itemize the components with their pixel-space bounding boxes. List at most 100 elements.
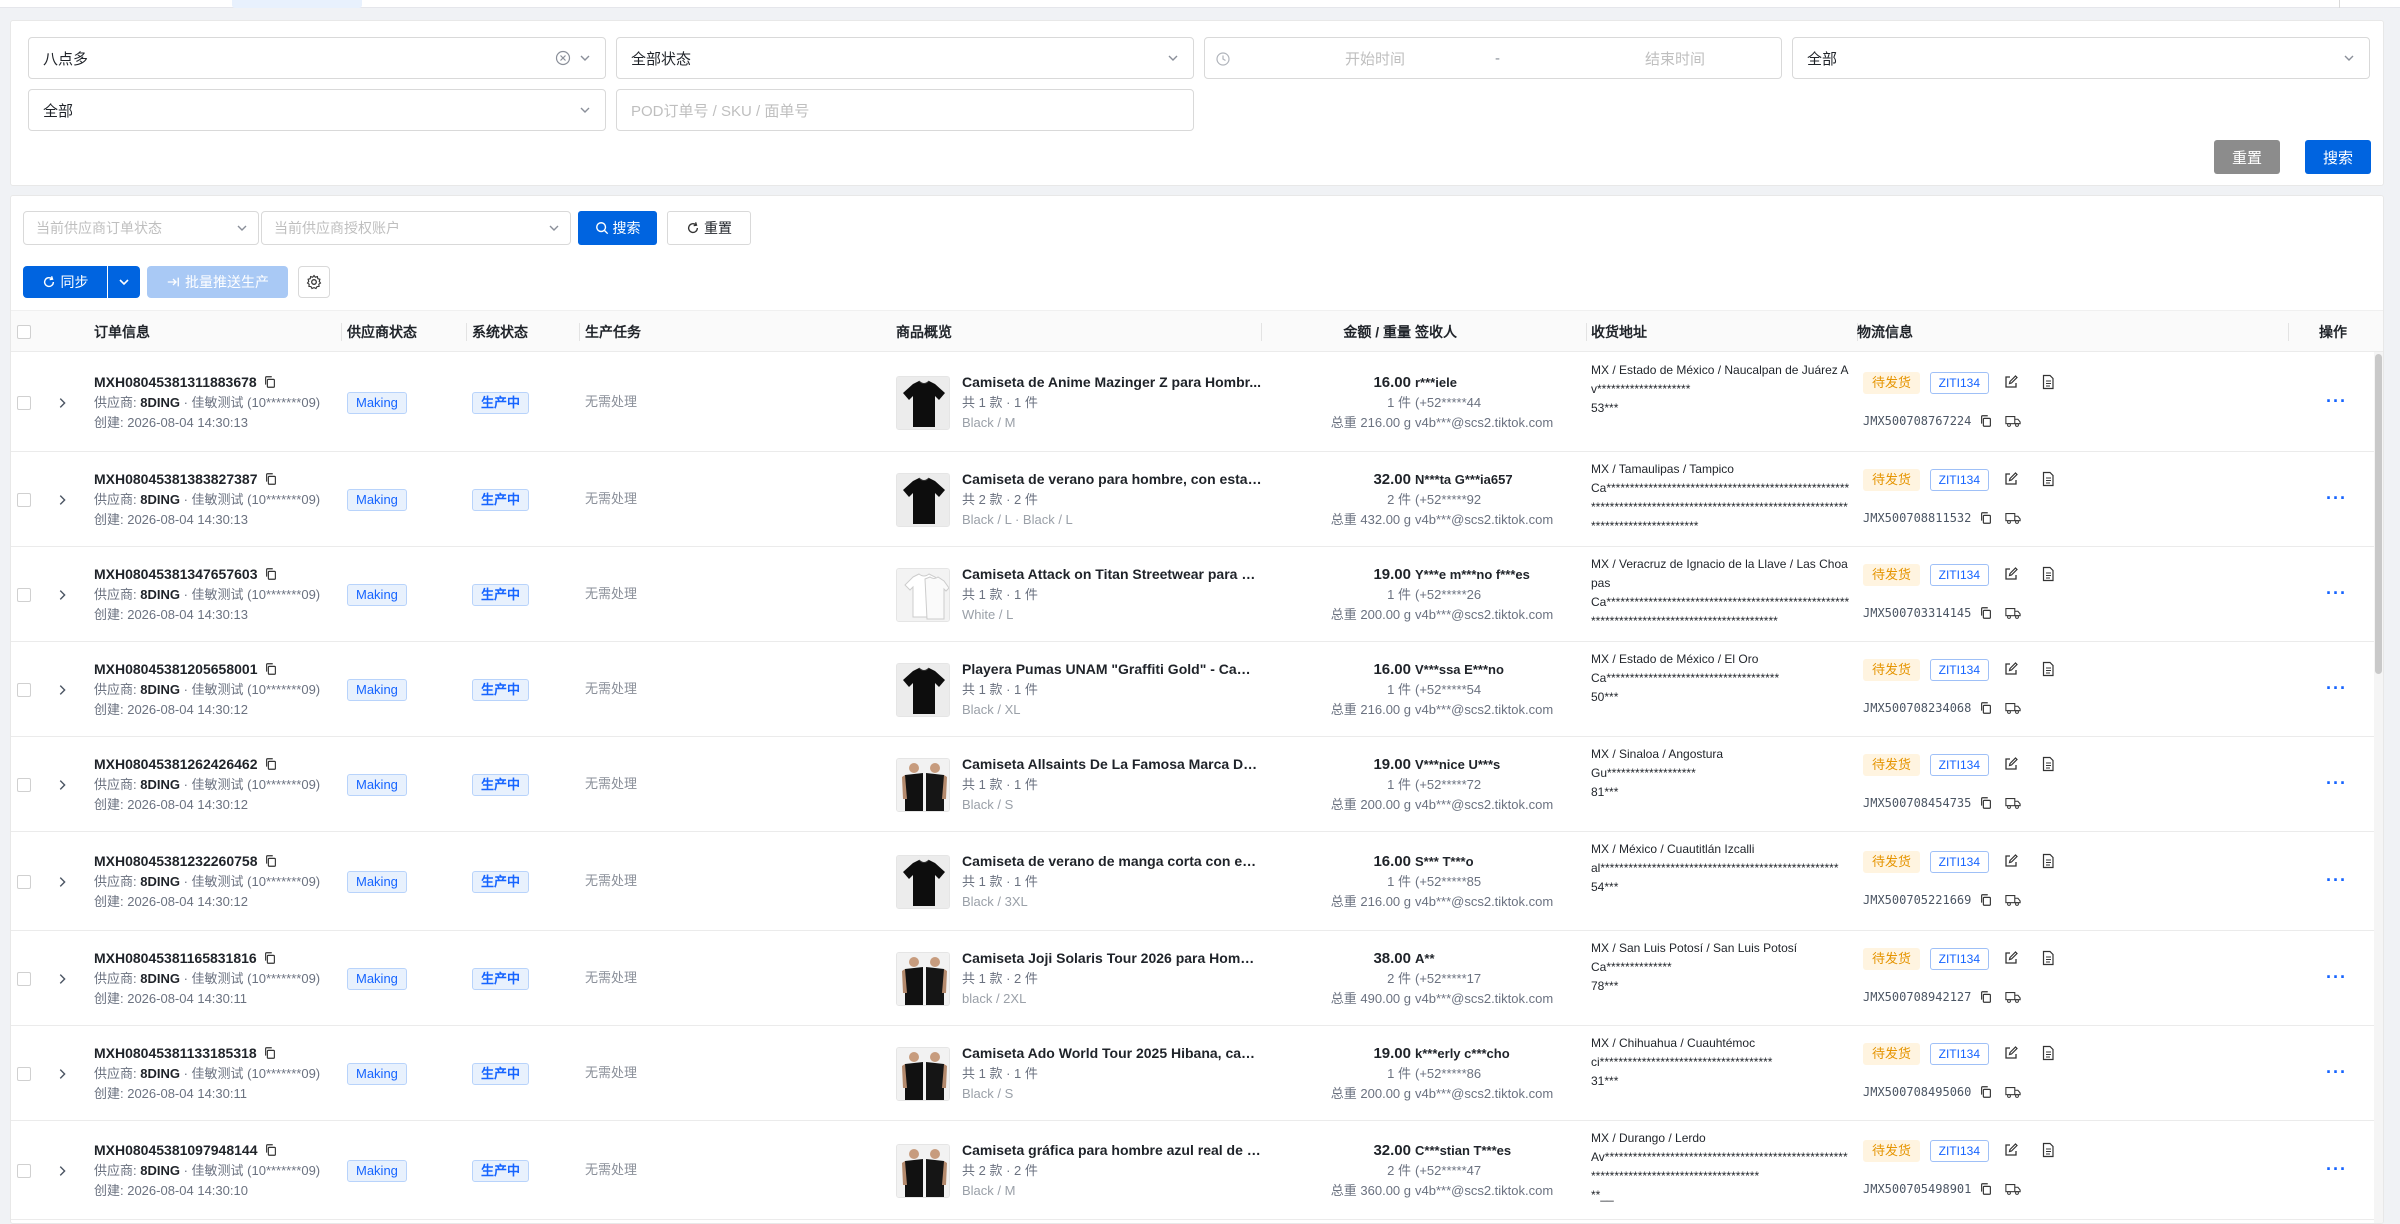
ziti-badge[interactable]: ZITI134 (1929, 564, 1989, 586)
edit-icon[interactable] (2003, 374, 2019, 390)
truck-icon[interactable] (2004, 414, 2021, 428)
copy-icon[interactable] (264, 472, 278, 486)
batch-push-production-button[interactable]: 批量推送生产 (147, 266, 288, 298)
chevron-right-icon[interactable] (55, 778, 69, 792)
supplier-account-select[interactable]: 当前供应商授权账户 (261, 211, 571, 245)
document-icon[interactable] (2040, 374, 2056, 390)
product-name[interactable]: Camiseta de verano de manga corta con es… (962, 852, 1262, 871)
product-name[interactable]: Camiseta Ado World Tour 2025 Hibana, cam… (962, 1044, 1262, 1063)
order-search-input[interactable]: POD订单号 / SKU / 面单号 (616, 89, 1194, 131)
chevron-right-icon[interactable] (55, 588, 69, 602)
edit-icon[interactable] (2003, 1142, 2019, 1158)
truck-icon[interactable] (2004, 1085, 2021, 1099)
more-actions-icon[interactable]: ··· (2326, 679, 2347, 698)
product-name[interactable]: Camiseta de Anime Mazinger Z para Hombr.… (962, 373, 1262, 392)
sync-button[interactable]: 同步 (23, 266, 107, 298)
copy-icon[interactable] (264, 1143, 278, 1157)
product-thumbnail[interactable] (896, 757, 950, 812)
row-checkbox[interactable] (17, 1066, 31, 1081)
product-thumbnail[interactable] (896, 662, 950, 717)
product-name[interactable]: Playera Pumas UNAM "Graffiti Gold" - Cam… (962, 660, 1262, 679)
chevron-right-icon[interactable] (55, 875, 69, 889)
copy-icon[interactable] (263, 1046, 277, 1060)
copy-icon[interactable] (264, 567, 278, 581)
product-thumbnail[interactable] (896, 1143, 950, 1198)
truck-icon[interactable] (2004, 511, 2021, 525)
row-checkbox[interactable] (17, 971, 31, 986)
edit-icon[interactable] (2003, 471, 2019, 487)
edit-icon[interactable] (2003, 1045, 2019, 1061)
copy-icon[interactable] (1979, 414, 1993, 428)
copy-icon[interactable] (1979, 701, 1993, 715)
product-name[interactable]: Camiseta gráfica para hombre azul real d… (962, 1141, 1262, 1160)
copy-icon[interactable] (1979, 1182, 1993, 1196)
row-checkbox[interactable] (17, 1163, 31, 1178)
column-settings-button[interactable] (298, 266, 330, 298)
product-thumbnail[interactable] (896, 854, 950, 909)
more-actions-icon[interactable]: ··· (2326, 1160, 2347, 1179)
truck-icon[interactable] (2004, 606, 2021, 620)
edit-icon[interactable] (2003, 853, 2019, 869)
document-icon[interactable] (2040, 471, 2056, 487)
more-actions-icon[interactable]: ··· (2326, 584, 2347, 603)
filter-search-button[interactable]: 搜索 (2305, 140, 2371, 174)
truck-icon[interactable] (2004, 893, 2021, 907)
ziti-badge[interactable]: ZITI134 (1929, 372, 1989, 394)
copy-icon[interactable] (264, 854, 278, 868)
edit-icon[interactable] (2003, 566, 2019, 582)
row-checkbox[interactable] (17, 395, 31, 410)
edit-icon[interactable] (2003, 950, 2019, 966)
product-thumbnail[interactable] (896, 472, 950, 527)
product-thumbnail[interactable] (896, 375, 950, 430)
filter-select-right[interactable]: 全部 (1792, 37, 2370, 79)
product-thumbnail[interactable] (896, 951, 950, 1006)
scrollbar-thumb[interactable] (2375, 354, 2382, 674)
ziti-badge[interactable]: ZITI134 (1929, 659, 1989, 681)
document-icon[interactable] (2040, 566, 2056, 582)
supplier-status-select[interactable]: 当前供应商订单状态 (23, 211, 259, 245)
row-checkbox[interactable] (17, 777, 31, 792)
sync-dropdown-button[interactable] (108, 266, 140, 298)
product-thumbnail[interactable] (896, 567, 950, 622)
copy-icon[interactable] (1979, 990, 1993, 1004)
more-actions-icon[interactable]: ··· (2326, 774, 2347, 793)
document-icon[interactable] (2040, 1142, 2056, 1158)
copy-icon[interactable] (1979, 606, 1993, 620)
chevron-right-icon[interactable] (55, 1164, 69, 1178)
more-actions-icon[interactable]: ··· (2326, 871, 2347, 890)
more-actions-icon[interactable]: ··· (2326, 392, 2347, 411)
copy-icon[interactable] (264, 757, 278, 771)
product-name[interactable]: Camiseta Attack on Titan Streetwear para… (962, 565, 1262, 584)
clear-icon[interactable] (555, 50, 571, 66)
filter-select-second[interactable]: 全部 (28, 89, 606, 131)
shop-select[interactable]: 八点多 (28, 37, 606, 79)
product-thumbnail[interactable] (896, 1046, 950, 1101)
chevron-right-icon[interactable] (55, 1067, 69, 1081)
edit-icon[interactable] (2003, 756, 2019, 772)
truck-icon[interactable] (2004, 990, 2021, 1004)
more-actions-icon[interactable]: ··· (2326, 489, 2347, 508)
truck-icon[interactable] (2004, 796, 2021, 810)
active-tab-indicator[interactable] (232, 0, 362, 8)
ziti-badge[interactable]: ZITI134 (1929, 754, 1989, 776)
ziti-badge[interactable]: ZITI134 (1929, 1140, 1989, 1162)
select-all-checkbox[interactable] (17, 325, 31, 339)
truck-icon[interactable] (2004, 701, 2021, 715)
filter-reset-button[interactable]: 重置 (2214, 140, 2280, 174)
document-icon[interactable] (2040, 1045, 2056, 1061)
document-icon[interactable] (2040, 853, 2056, 869)
truck-icon[interactable] (2004, 1182, 2021, 1196)
end-time-input[interactable]: 结束时间 (1605, 48, 1745, 69)
date-range-picker[interactable]: 开始时间 - 结束时间 (1204, 37, 1782, 79)
row-checkbox[interactable] (17, 587, 31, 602)
chevron-right-icon[interactable] (55, 972, 69, 986)
ziti-badge[interactable]: ZITI134 (1929, 948, 1989, 970)
table-scrollbar[interactable] (2374, 352, 2383, 1223)
row-checkbox[interactable] (17, 492, 31, 507)
copy-icon[interactable] (1979, 511, 1993, 525)
product-name[interactable]: Camiseta Joji Solaris Tour 2026 para Hom… (962, 949, 1262, 968)
document-icon[interactable] (2040, 950, 2056, 966)
chevron-right-icon[interactable] (55, 396, 69, 410)
list-reset-button[interactable]: 重置 (667, 211, 751, 245)
copy-icon[interactable] (1979, 893, 1993, 907)
